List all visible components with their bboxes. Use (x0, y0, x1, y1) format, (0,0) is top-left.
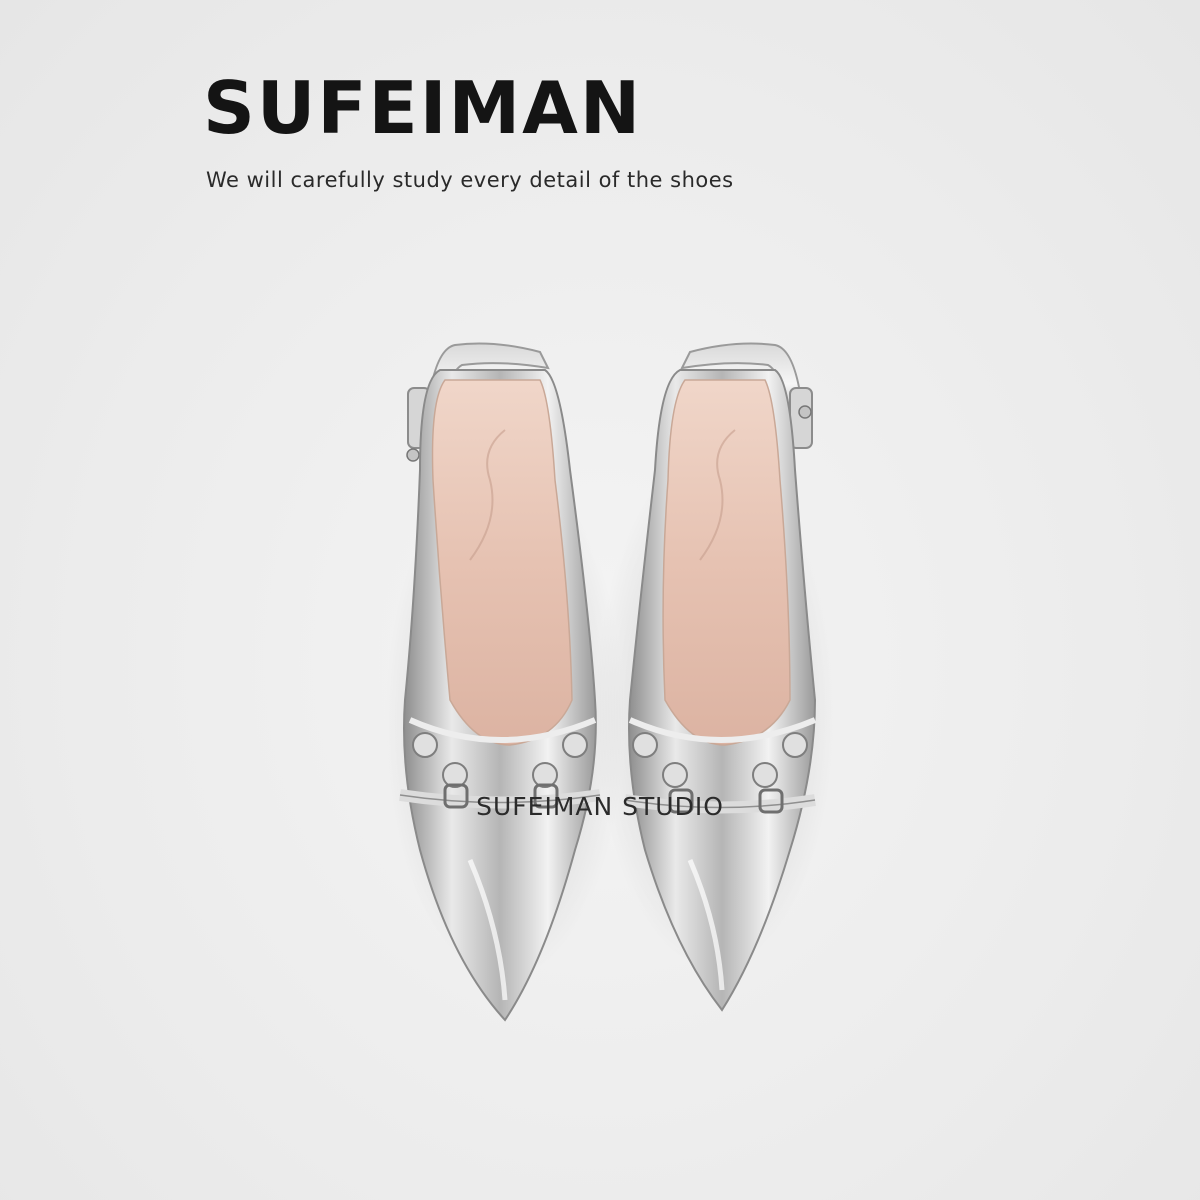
left-shoe (385, 342, 625, 1022)
studio-label: SUFEIMAN STUDIO (476, 792, 724, 821)
right-shoe (595, 342, 835, 1012)
product-photo (385, 342, 835, 1022)
product-poster: SUFEIMAN We will carefully study every d… (0, 0, 1200, 1200)
